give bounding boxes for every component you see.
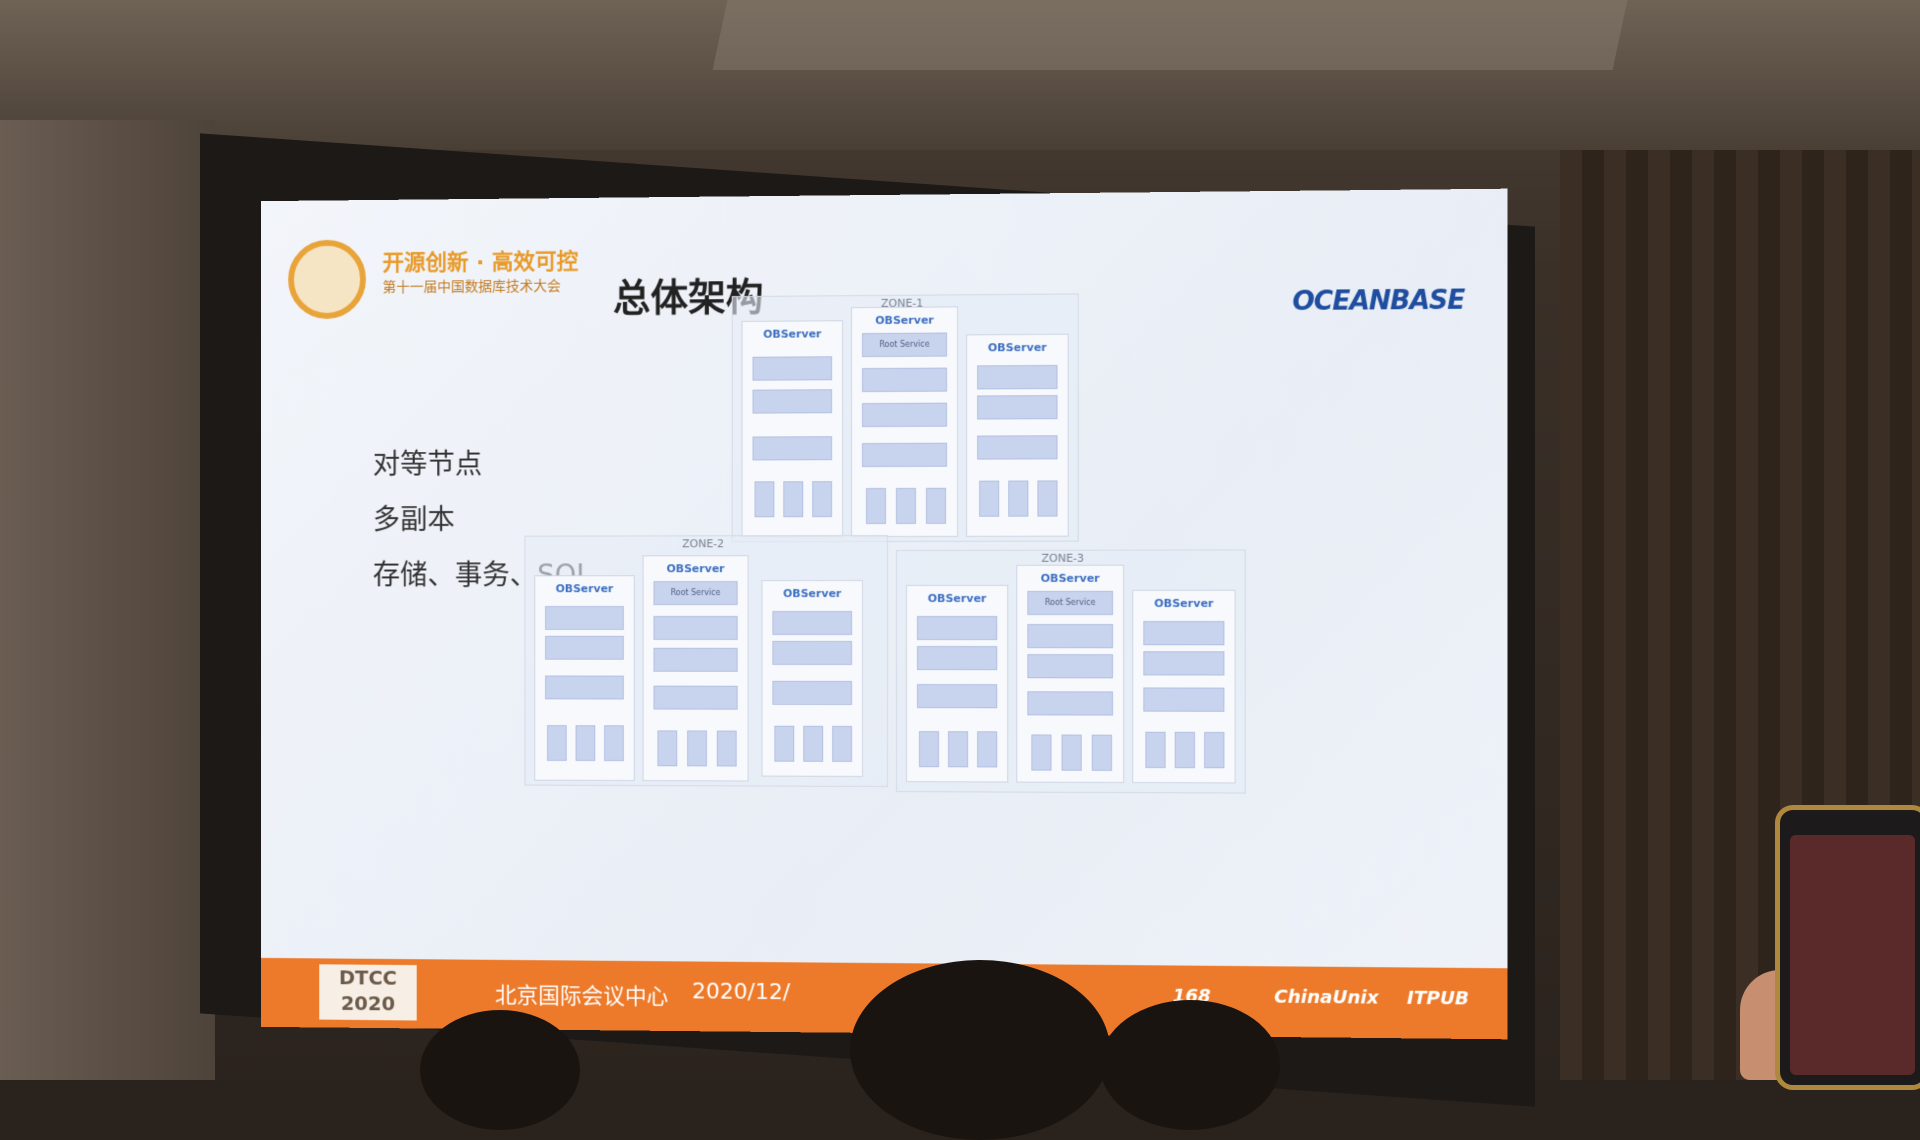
audience-head: [850, 960, 1110, 1140]
audience-head: [420, 1010, 580, 1130]
storage-engine-block: [1143, 687, 1225, 712]
observer-title: OBServer: [1154, 596, 1214, 610]
partition-block: [754, 481, 775, 518]
dtcc-logo: DTCC 2020: [319, 964, 417, 1021]
observer-title: OBServer: [666, 562, 725, 576]
partition-block: [832, 725, 853, 762]
oceanbase-logo: OCEANBASE: [1292, 285, 1465, 318]
observer-node: OBServer: [761, 580, 864, 777]
partition-block: [687, 730, 707, 767]
date-text: 2020/12/: [692, 979, 791, 1006]
sql-engine-block: [1027, 624, 1114, 649]
partition-block: [803, 725, 824, 762]
left-wall: [0, 120, 215, 1080]
phone-screen: [1790, 835, 1915, 1075]
conference-room: 开源创新 · 高效可控 第十一届中国数据库技术大会 总体架构 OCEANBASE…: [0, 0, 1920, 1140]
observer-title: OBServer: [783, 587, 842, 601]
transaction-engine-block: [752, 389, 833, 414]
partition-block: [1037, 480, 1058, 517]
dtcc-logo-year: 2020: [340, 991, 396, 1016]
storage-engine-block: [1027, 691, 1114, 716]
storage-engine-block: [545, 675, 624, 700]
sql-engine-block: [977, 364, 1058, 390]
partition-block: [918, 731, 940, 768]
transaction-engine-block: [1143, 651, 1225, 676]
partition-block: [657, 730, 678, 767]
partition-block: [547, 725, 567, 761]
observer-node: OBServer Root Service: [642, 555, 749, 782]
observer-node: OBServer Root Service: [851, 306, 959, 538]
ceiling: [0, 0, 1920, 150]
transaction-engine-block: [862, 402, 948, 428]
audience-head: [1100, 1000, 1280, 1130]
sql-engine-block: [752, 356, 833, 381]
audience-phone: [1775, 805, 1920, 1090]
observer-node: OBServer Root Service: [1016, 564, 1125, 783]
partition-block: [575, 725, 596, 762]
partition-block: [979, 480, 1000, 517]
observer-node: OBServer: [534, 575, 635, 782]
partition-block: [866, 487, 886, 525]
ceiling-panel: [712, 0, 1628, 70]
observer-node: OBServer: [741, 320, 844, 538]
root-service-block: Root Service: [1027, 590, 1114, 616]
sql-engine-block: [653, 615, 738, 640]
sql-engine-block: [916, 616, 998, 641]
partition-block: [925, 487, 947, 524]
sponsor-logo: ITPUB: [1406, 987, 1469, 1010]
bullet-item: 对等节点: [372, 447, 483, 481]
transaction-engine-block: [977, 395, 1058, 420]
partition-block: [1031, 734, 1052, 771]
storage-engine-block: [752, 436, 833, 461]
partition-block: [1204, 731, 1225, 769]
transaction-engine-block: [772, 640, 853, 665]
partition-block: [895, 487, 916, 524]
zone-label: ZONE-2: [682, 537, 725, 551]
transaction-engine-block: [1027, 654, 1114, 679]
dtcc-logo-text: DTCC: [338, 965, 397, 990]
partition-block: [1145, 731, 1166, 769]
conference-name: 第十一届中国数据库技术大会: [382, 278, 561, 296]
partition-block: [1091, 734, 1113, 771]
observer-title: OBServer: [875, 313, 934, 327]
transaction-engine-block: [916, 646, 998, 671]
sql-engine-block: [772, 611, 853, 635]
partition-block: [948, 731, 969, 768]
observer-title: OBServer: [987, 340, 1047, 355]
transaction-engine-block: [653, 647, 738, 672]
observer-title: OBServer: [763, 327, 822, 341]
sql-engine-block: [862, 367, 948, 393]
partition-block: [977, 731, 998, 768]
storage-engine-block: [653, 685, 738, 710]
partition-block: [604, 725, 624, 762]
projected-slide: 开源创新 · 高效可控 第十一届中国数据库技术大会 总体架构 OCEANBASE…: [260, 188, 1508, 1040]
root-service-block: Root Service: [862, 332, 948, 358]
partition-block: [1061, 734, 1082, 771]
observer-title: OBServer: [927, 591, 987, 605]
conference-slogan: 开源创新 · 高效可控: [382, 249, 579, 277]
observer-title: OBServer: [1040, 571, 1100, 585]
conference-logo-icon: [288, 239, 366, 320]
root-service-block: Root Service: [653, 581, 738, 606]
partition-block: [716, 730, 737, 767]
observer-node: OBServer: [1132, 589, 1236, 784]
partition-block: [1008, 480, 1029, 517]
sql-engine-block: [545, 606, 624, 630]
storage-engine-block: [862, 442, 948, 468]
observer-node: OBServer: [905, 584, 1009, 783]
storage-engine-block: [772, 680, 853, 705]
venue-text: 北京国际会议中心: [494, 983, 669, 1011]
observer-node: OBServer: [966, 333, 1069, 537]
storage-engine-block: [916, 684, 998, 709]
partition-block: [1174, 731, 1195, 769]
sql-engine-block: [1143, 621, 1225, 646]
observer-title: OBServer: [555, 582, 614, 596]
partition-block: [774, 725, 795, 762]
partition-block: [783, 481, 804, 518]
transaction-engine-block: [545, 635, 624, 660]
zone-label: ZONE-3: [1041, 551, 1085, 565]
partition-block: [812, 481, 833, 518]
sponsor-logo: ChinaUnix: [1274, 986, 1379, 1009]
storage-engine-block: [977, 435, 1058, 460]
